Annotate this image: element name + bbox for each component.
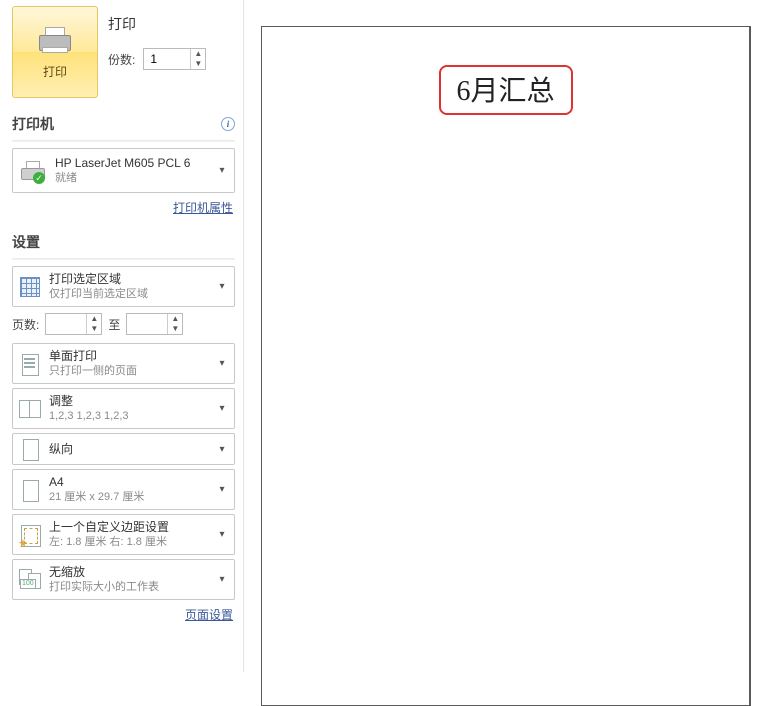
preview-title: 6月汇总 <box>438 65 572 115</box>
pages-from-input[interactable] <box>46 314 86 334</box>
chevron-down-icon: ▾ <box>216 444 228 455</box>
chevron-down-icon: ▾ <box>216 574 228 585</box>
copies-down[interactable]: ▼ <box>191 59 205 69</box>
scaling-select[interactable]: 100 无缩放 打印实际大小的工作表 ▾ <box>12 559 235 600</box>
margins-icon: ★ <box>19 524 41 546</box>
pages-label: 页数: <box>12 316 39 333</box>
print-preview-area: 6月汇总 <box>244 0 768 672</box>
print-button[interactable]: 打印 <box>12 6 98 98</box>
printer-section-heading: 打印机 <box>12 114 54 134</box>
printer-icon <box>35 25 75 57</box>
paper-icon <box>19 479 41 501</box>
pages-to-label: 至 <box>108 316 120 333</box>
chevron-down-icon: ▾ <box>216 281 228 292</box>
copies-input[interactable] <box>144 49 190 69</box>
print-button-label: 打印 <box>43 63 67 80</box>
chevron-down-icon: ▾ <box>216 358 228 369</box>
scaling-icon: 100 <box>19 569 41 591</box>
print-area-select[interactable]: 打印选定区域 仅打印当前选定区域 ▾ <box>12 266 235 307</box>
chevron-down-icon: ▾ <box>216 484 228 495</box>
printer-status: 就绪 <box>55 171 208 186</box>
copies-up[interactable]: ▲ <box>191 49 205 59</box>
pages-to-spinner[interactable]: ▲▼ <box>126 313 183 335</box>
print-area-title: 打印选定区域 <box>49 271 208 287</box>
collate-icon <box>19 398 41 420</box>
copies-label: 份数: <box>108 51 135 68</box>
settings-heading: 设置 <box>12 232 40 252</box>
chevron-down-icon: ▾ <box>216 529 228 540</box>
info-icon[interactable]: i <box>221 117 235 131</box>
print-settings-panel: 打印 打印 份数: ▲ ▼ 打印机 i ✓ HP Laser <box>0 0 244 672</box>
margins-select[interactable]: ★ 上一个自定义边距设置 左: 1.8 厘米 右: 1.8 厘米 ▾ <box>12 514 235 555</box>
copies-spinner[interactable]: ▲ ▼ <box>143 48 206 70</box>
preview-page: 6月汇总 <box>261 26 751 706</box>
orientation-select[interactable]: 纵向 ▾ <box>12 433 235 465</box>
grid-icon <box>19 276 41 298</box>
printer-name: HP LaserJet M605 PCL 6 <box>55 155 208 171</box>
chevron-down-icon: ▾ <box>216 165 228 176</box>
page-setup-link[interactable]: 页面设置 <box>185 608 233 622</box>
paper-size-select[interactable]: A4 21 厘米 x 29.7 厘米 ▾ <box>12 469 235 510</box>
chevron-down-icon: ▾ <box>216 403 228 414</box>
pages-to-input[interactable] <box>127 314 167 334</box>
duplex-select[interactable]: 单面打印 只打印一侧的页面 ▾ <box>12 343 235 384</box>
printer-select[interactable]: ✓ HP LaserJet M605 PCL 6 就绪 ▾ <box>12 148 235 193</box>
page-single-icon <box>19 353 41 375</box>
collate-select[interactable]: 调整 1,2,3 1,2,3 1,2,3 ▾ <box>12 388 235 429</box>
printer-status-icon: ✓ <box>19 160 47 182</box>
printer-properties-link[interactable]: 打印机属性 <box>173 201 233 215</box>
print-area-sub: 仅打印当前选定区域 <box>49 287 208 302</box>
print-heading: 打印 <box>108 14 206 34</box>
pages-from-spinner[interactable]: ▲▼ <box>45 313 102 335</box>
portrait-icon <box>19 438 41 460</box>
